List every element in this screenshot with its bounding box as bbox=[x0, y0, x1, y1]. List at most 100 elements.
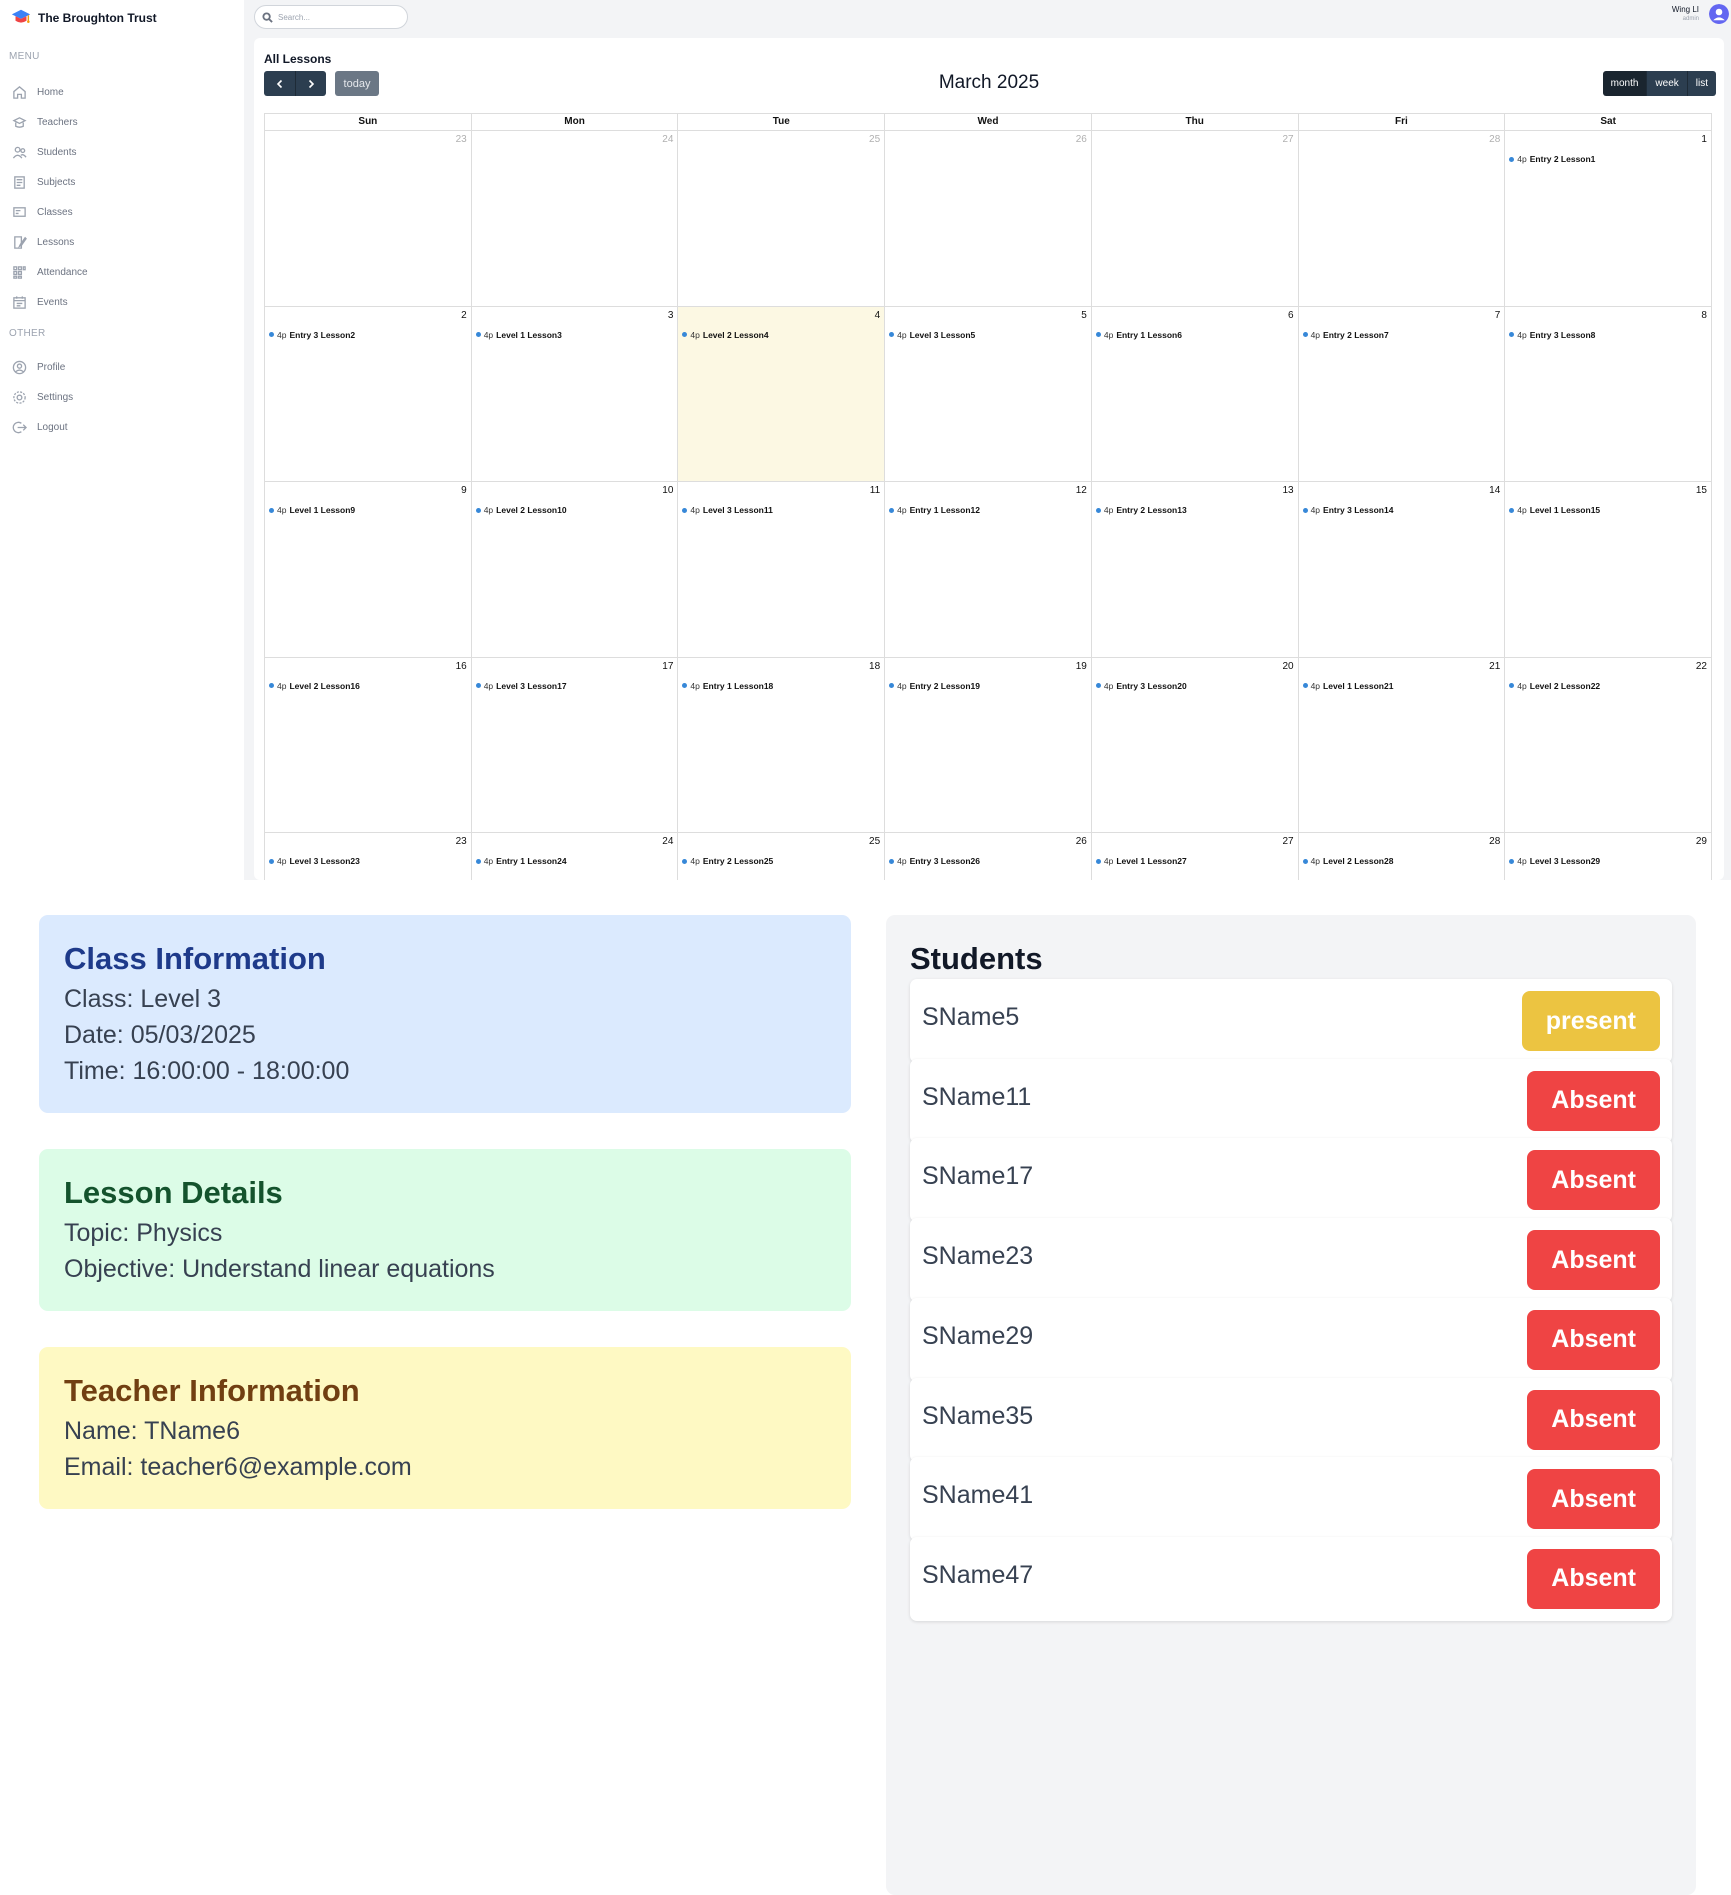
sidebar-item-logout[interactable]: Logout bbox=[12, 416, 68, 438]
day-number[interactable]: 17 bbox=[662, 661, 673, 672]
calendar-event[interactable]: 4p Level 2 Lesson28 bbox=[1302, 856, 1393, 866]
day-number[interactable]: 12 bbox=[1076, 485, 1087, 496]
user-menu[interactable]: Wing LI admin bbox=[1672, 4, 1731, 24]
day-number[interactable]: 19 bbox=[1076, 661, 1087, 672]
view-month-button[interactable]: month bbox=[1602, 71, 1647, 96]
day-number[interactable]: 13 bbox=[1282, 485, 1293, 496]
day-number[interactable]: 23 bbox=[456, 134, 467, 145]
sidebar-item-subjects[interactable]: Subjects bbox=[12, 171, 75, 193]
calendar-event[interactable]: 4p Level 1 Lesson21 bbox=[1302, 681, 1393, 691]
day-cell[interactable]: 28 4p Level 2 Lesson28 bbox=[1299, 833, 1506, 880]
calendar-event[interactable]: 4p Level 2 Lesson10 bbox=[475, 505, 567, 515]
calendar-event[interactable]: 4p Entry 3 Lesson20 bbox=[1095, 681, 1187, 691]
brand[interactable]: The Broughton Trust bbox=[10, 6, 157, 30]
day-number[interactable]: 11 bbox=[870, 485, 880, 496]
day-number[interactable]: 27 bbox=[1282, 134, 1293, 145]
day-number[interactable]: 26 bbox=[1076, 134, 1087, 145]
calendar-event[interactable]: 4p Entry 2 Lesson13 bbox=[1095, 505, 1187, 515]
day-number[interactable]: 10 bbox=[662, 485, 673, 496]
view-list-button[interactable]: list bbox=[1686, 71, 1716, 96]
day-cell[interactable]: 25 bbox=[678, 131, 886, 307]
day-cell[interactable]: 12 4p Entry 1 Lesson12 bbox=[885, 482, 1092, 658]
day-cell[interactable]: 8 4p Entry 3 Lesson8 bbox=[1505, 306, 1712, 482]
day-cell[interactable]: 17 4p Level 3 Lesson17 bbox=[471, 657, 679, 833]
day-cell[interactable]: 5 4p Level 3 Lesson5 bbox=[885, 306, 1092, 482]
calendar-event[interactable]: 4p Level 3 Lesson23 bbox=[269, 856, 360, 866]
sidebar-item-home[interactable]: Home bbox=[12, 81, 64, 103]
attendance-status-button[interactable]: Absent bbox=[1527, 1230, 1660, 1291]
calendar-event[interactable]: 4p Entry 3 Lesson14 bbox=[1302, 505, 1393, 515]
day-cell[interactable]: 24 4p Entry 1 Lesson24 bbox=[472, 833, 679, 880]
day-cell[interactable]: 24 bbox=[471, 131, 679, 307]
calendar-event[interactable]: 4p Entry 2 Lesson19 bbox=[889, 681, 980, 691]
day-cell[interactable]: 23 4p Level 3 Lesson23 bbox=[265, 833, 472, 880]
day-cell[interactable]: 29 4p Level 3 Lesson29 bbox=[1505, 833, 1712, 880]
day-number[interactable]: 8 bbox=[1701, 310, 1707, 321]
day-number[interactable]: 15 bbox=[1696, 485, 1707, 496]
day-cell[interactable]: 10 4p Level 2 Lesson10 bbox=[471, 482, 679, 658]
day-number[interactable]: 27 bbox=[1282, 836, 1293, 847]
calendar-event[interactable]: 4p Level 2 Lesson4 bbox=[682, 330, 769, 340]
day-number[interactable]: 9 bbox=[461, 485, 467, 496]
calendar-event[interactable]: 4p Level 3 Lesson29 bbox=[1509, 856, 1600, 866]
calendar-event[interactable]: 4p Level 2 Lesson22 bbox=[1509, 681, 1600, 691]
calendar-event[interactable]: 4p Level 3 Lesson11 bbox=[682, 505, 773, 515]
day-cell[interactable]: 15 4p Level 1 Lesson15 bbox=[1505, 482, 1712, 658]
day-number[interactable]: 2 bbox=[461, 310, 467, 321]
day-number[interactable]: 18 bbox=[869, 661, 880, 672]
calendar-event[interactable]: 4p Level 3 Lesson17 bbox=[475, 681, 567, 691]
day-cell[interactable]: 3 4p Level 1 Lesson3 bbox=[471, 306, 679, 482]
day-number[interactable]: 29 bbox=[1696, 836, 1707, 847]
day-cell[interactable]: 28 bbox=[1298, 131, 1506, 307]
day-cell[interactable]: 16 4p Level 2 Lesson16 bbox=[265, 657, 472, 833]
calendar-event[interactable]: 4p Level 1 Lesson27 bbox=[1095, 856, 1187, 866]
day-cell[interactable]: 22 4p Level 2 Lesson22 bbox=[1505, 657, 1712, 833]
search-input[interactable] bbox=[278, 12, 388, 22]
calendar-event[interactable]: 4p Entry 3 Lesson2 bbox=[269, 330, 355, 340]
calendar-event[interactable]: 4p Entry 3 Lesson26 bbox=[889, 856, 980, 866]
sidebar-item-classes[interactable]: Classes bbox=[12, 201, 73, 223]
day-cell[interactable]: 23 bbox=[265, 131, 472, 307]
attendance-status-button[interactable]: Absent bbox=[1527, 1150, 1660, 1211]
day-cell[interactable]: 21 4p Level 1 Lesson21 bbox=[1298, 657, 1506, 833]
calendar-event[interactable]: 4p Entry 1 Lesson24 bbox=[475, 856, 567, 866]
day-cell[interactable]: 25 4p Entry 2 Lesson25 bbox=[678, 833, 886, 880]
day-cell[interactable]: 26 4p Entry 3 Lesson26 bbox=[885, 833, 1092, 880]
day-cell[interactable]: 27 4p Level 1 Lesson27 bbox=[1092, 833, 1299, 880]
attendance-status-button[interactable]: present bbox=[1521, 991, 1660, 1051]
attendance-status-button[interactable]: Absent bbox=[1527, 1469, 1660, 1530]
calendar-event[interactable]: 4p Level 1 Lesson9 bbox=[269, 505, 355, 515]
view-week-button[interactable]: week bbox=[1646, 71, 1687, 96]
avatar-icon[interactable] bbox=[1709, 4, 1729, 24]
day-number[interactable]: 3 bbox=[668, 310, 674, 321]
calendar-event[interactable]: 4p Level 1 Lesson15 bbox=[1509, 505, 1600, 515]
day-number[interactable]: 28 bbox=[1489, 836, 1500, 847]
day-number[interactable]: 28 bbox=[1489, 134, 1500, 145]
calendar-event[interactable]: 4p Level 3 Lesson5 bbox=[889, 330, 975, 340]
day-number[interactable]: 22 bbox=[1696, 661, 1707, 672]
day-number[interactable]: 26 bbox=[1076, 836, 1087, 847]
calendar-event[interactable]: 4p Entry 3 Lesson8 bbox=[1509, 330, 1595, 340]
day-cell[interactable]: 7 4p Entry 2 Lesson7 bbox=[1298, 306, 1506, 482]
attendance-status-button[interactable]: Absent bbox=[1527, 1548, 1660, 1609]
day-cell[interactable]: 20 4p Entry 3 Lesson20 bbox=[1091, 657, 1299, 833]
attendance-status-button[interactable]: Absent bbox=[1527, 1070, 1660, 1131]
sidebar-item-settings[interactable]: Settings bbox=[12, 386, 73, 408]
day-cell[interactable]: 6 4p Entry 1 Lesson6 bbox=[1091, 306, 1299, 482]
day-number[interactable]: 25 bbox=[869, 836, 880, 847]
day-number[interactable]: 7 bbox=[1495, 310, 1501, 321]
calendar-event[interactable]: 4p Level 2 Lesson16 bbox=[269, 681, 360, 691]
day-number[interactable]: 24 bbox=[662, 134, 673, 145]
calendar-event[interactable]: 4p Entry 1 Lesson12 bbox=[889, 505, 980, 515]
attendance-status-button[interactable]: Absent bbox=[1527, 1309, 1660, 1370]
calendar-event[interactable]: 4p Level 1 Lesson3 bbox=[475, 330, 562, 340]
sidebar-item-teachers[interactable]: Teachers bbox=[12, 111, 78, 133]
day-number[interactable]: 5 bbox=[1081, 310, 1087, 321]
search-box[interactable] bbox=[254, 5, 408, 29]
day-cell[interactable]: 19 4p Entry 2 Lesson19 bbox=[885, 657, 1092, 833]
calendar-event[interactable]: 4p Entry 2 Lesson1 bbox=[1509, 154, 1595, 164]
day-cell[interactable]: 1 4p Entry 2 Lesson1 bbox=[1505, 131, 1712, 307]
day-cell[interactable]: 27 bbox=[1091, 131, 1299, 307]
day-cell[interactable]: 9 4p Level 1 Lesson9 bbox=[265, 482, 472, 658]
day-cell[interactable]: 26 bbox=[885, 131, 1092, 307]
